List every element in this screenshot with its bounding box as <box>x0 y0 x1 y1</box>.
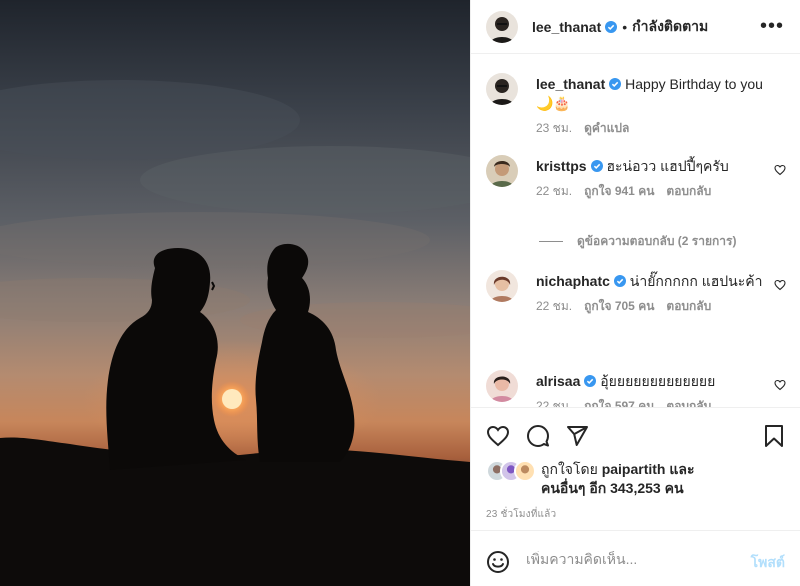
instagram-post: lee_thanat • กำลังติดตาม ••• lee_thanat … <box>0 0 800 586</box>
comment-username[interactable]: nichaphatc <box>536 273 610 289</box>
comment-time[interactable]: 22 ชม. <box>536 399 572 407</box>
divider <box>539 241 563 242</box>
verified-badge-icon <box>584 375 597 387</box>
avatar <box>514 460 536 482</box>
liked-by-middle: และ <box>669 461 695 477</box>
post-sidebar: lee_thanat • กำลังติดตาม ••• lee_thanat … <box>470 0 800 586</box>
caption-username[interactable]: lee_thanat <box>536 76 605 92</box>
reply-button[interactable]: ตอบกลับ <box>666 184 711 198</box>
comment-text: น่ายั๊กกกกก แฮปนะค้า <box>629 273 763 289</box>
comment-likes[interactable]: ถูกใจ 597 คน <box>584 399 654 407</box>
avatar[interactable] <box>486 73 518 105</box>
caption-time[interactable]: 23 ชม. <box>536 121 572 135</box>
bookmark-icon[interactable] <box>762 424 786 448</box>
post-photo[interactable] <box>0 0 470 586</box>
comment-likes[interactable]: ถูกใจ 941 คน <box>584 184 654 198</box>
translate-link[interactable]: ดูคำแปล <box>584 121 629 135</box>
action-bar <box>471 407 800 455</box>
send-icon[interactable] <box>565 424 589 448</box>
reply-button[interactable]: ตอบกลับ <box>666 299 711 313</box>
emoji-icon[interactable] <box>486 550 510 574</box>
post-header: lee_thanat • กำลังติดตาม ••• <box>471 0 800 54</box>
verified-badge-icon <box>590 160 603 172</box>
avatar[interactable] <box>486 10 518 43</box>
likes-summary: ถูกใจโดย paipartith และ คนอื่นๆ อีก 343,… <box>486 460 786 498</box>
verified-badge-icon <box>605 20 618 33</box>
comment-time[interactable]: 22 ชม. <box>536 184 572 198</box>
liked-by-user[interactable]: paipartith <box>602 461 666 477</box>
heart-icon[interactable] <box>774 379 786 391</box>
avatar[interactable] <box>486 270 518 302</box>
liked-by-others[interactable]: คนอื่นๆ อีก 343,253 คน <box>541 480 684 496</box>
liker-avatars <box>486 460 538 482</box>
comment-time[interactable]: 22 ชม. <box>536 299 572 313</box>
liked-by-prefix: ถูกใจโดย <box>541 461 598 477</box>
heart-icon[interactable] <box>774 279 786 291</box>
post-timestamp[interactable]: 23 ชั่วโมงที่แล้ว <box>486 507 556 522</box>
following-button[interactable]: กำลังติดตาม <box>632 16 708 38</box>
verified-badge-icon <box>613 275 626 287</box>
heart-icon[interactable] <box>486 424 510 448</box>
more-horizontal-icon[interactable]: ••• <box>760 16 784 36</box>
comment-text: อุ้ยยยยยยยยยยยยย <box>600 373 716 389</box>
comment-text: ฮะน่อวว แฮปปี้ๆครับ <box>606 158 729 174</box>
view-replies-label: ดูข้อความตอบกลับ (2 รายการ) <box>577 234 737 248</box>
header-username[interactable]: lee_thanat <box>532 19 601 35</box>
comment-likes[interactable]: ถูกใจ 705 คน <box>584 299 654 313</box>
header-separator: • <box>622 18 628 35</box>
avatar[interactable] <box>486 370 518 402</box>
avatar[interactable] <box>486 155 518 187</box>
post-comment-button[interactable]: โพสต์ <box>751 552 785 574</box>
comment-input[interactable] <box>526 551 736 567</box>
comment-username[interactable]: kristtps <box>536 158 587 174</box>
view-replies-button[interactable]: ดูข้อความตอบกลับ (2 รายการ) <box>539 232 736 251</box>
comments-thread[interactable]: lee_thanat Happy Birthday to you 🌙🎂 23 ช… <box>471 55 800 407</box>
sunset-silhouette-image <box>0 0 470 586</box>
heart-icon[interactable] <box>774 164 786 176</box>
comment-username[interactable]: alrisaa <box>536 373 580 389</box>
comment-icon[interactable] <box>526 424 550 448</box>
verified-badge-icon <box>609 78 622 90</box>
reply-button[interactable]: ตอบกลับ <box>666 399 711 407</box>
comment-box: โพสต์ <box>471 530 800 586</box>
